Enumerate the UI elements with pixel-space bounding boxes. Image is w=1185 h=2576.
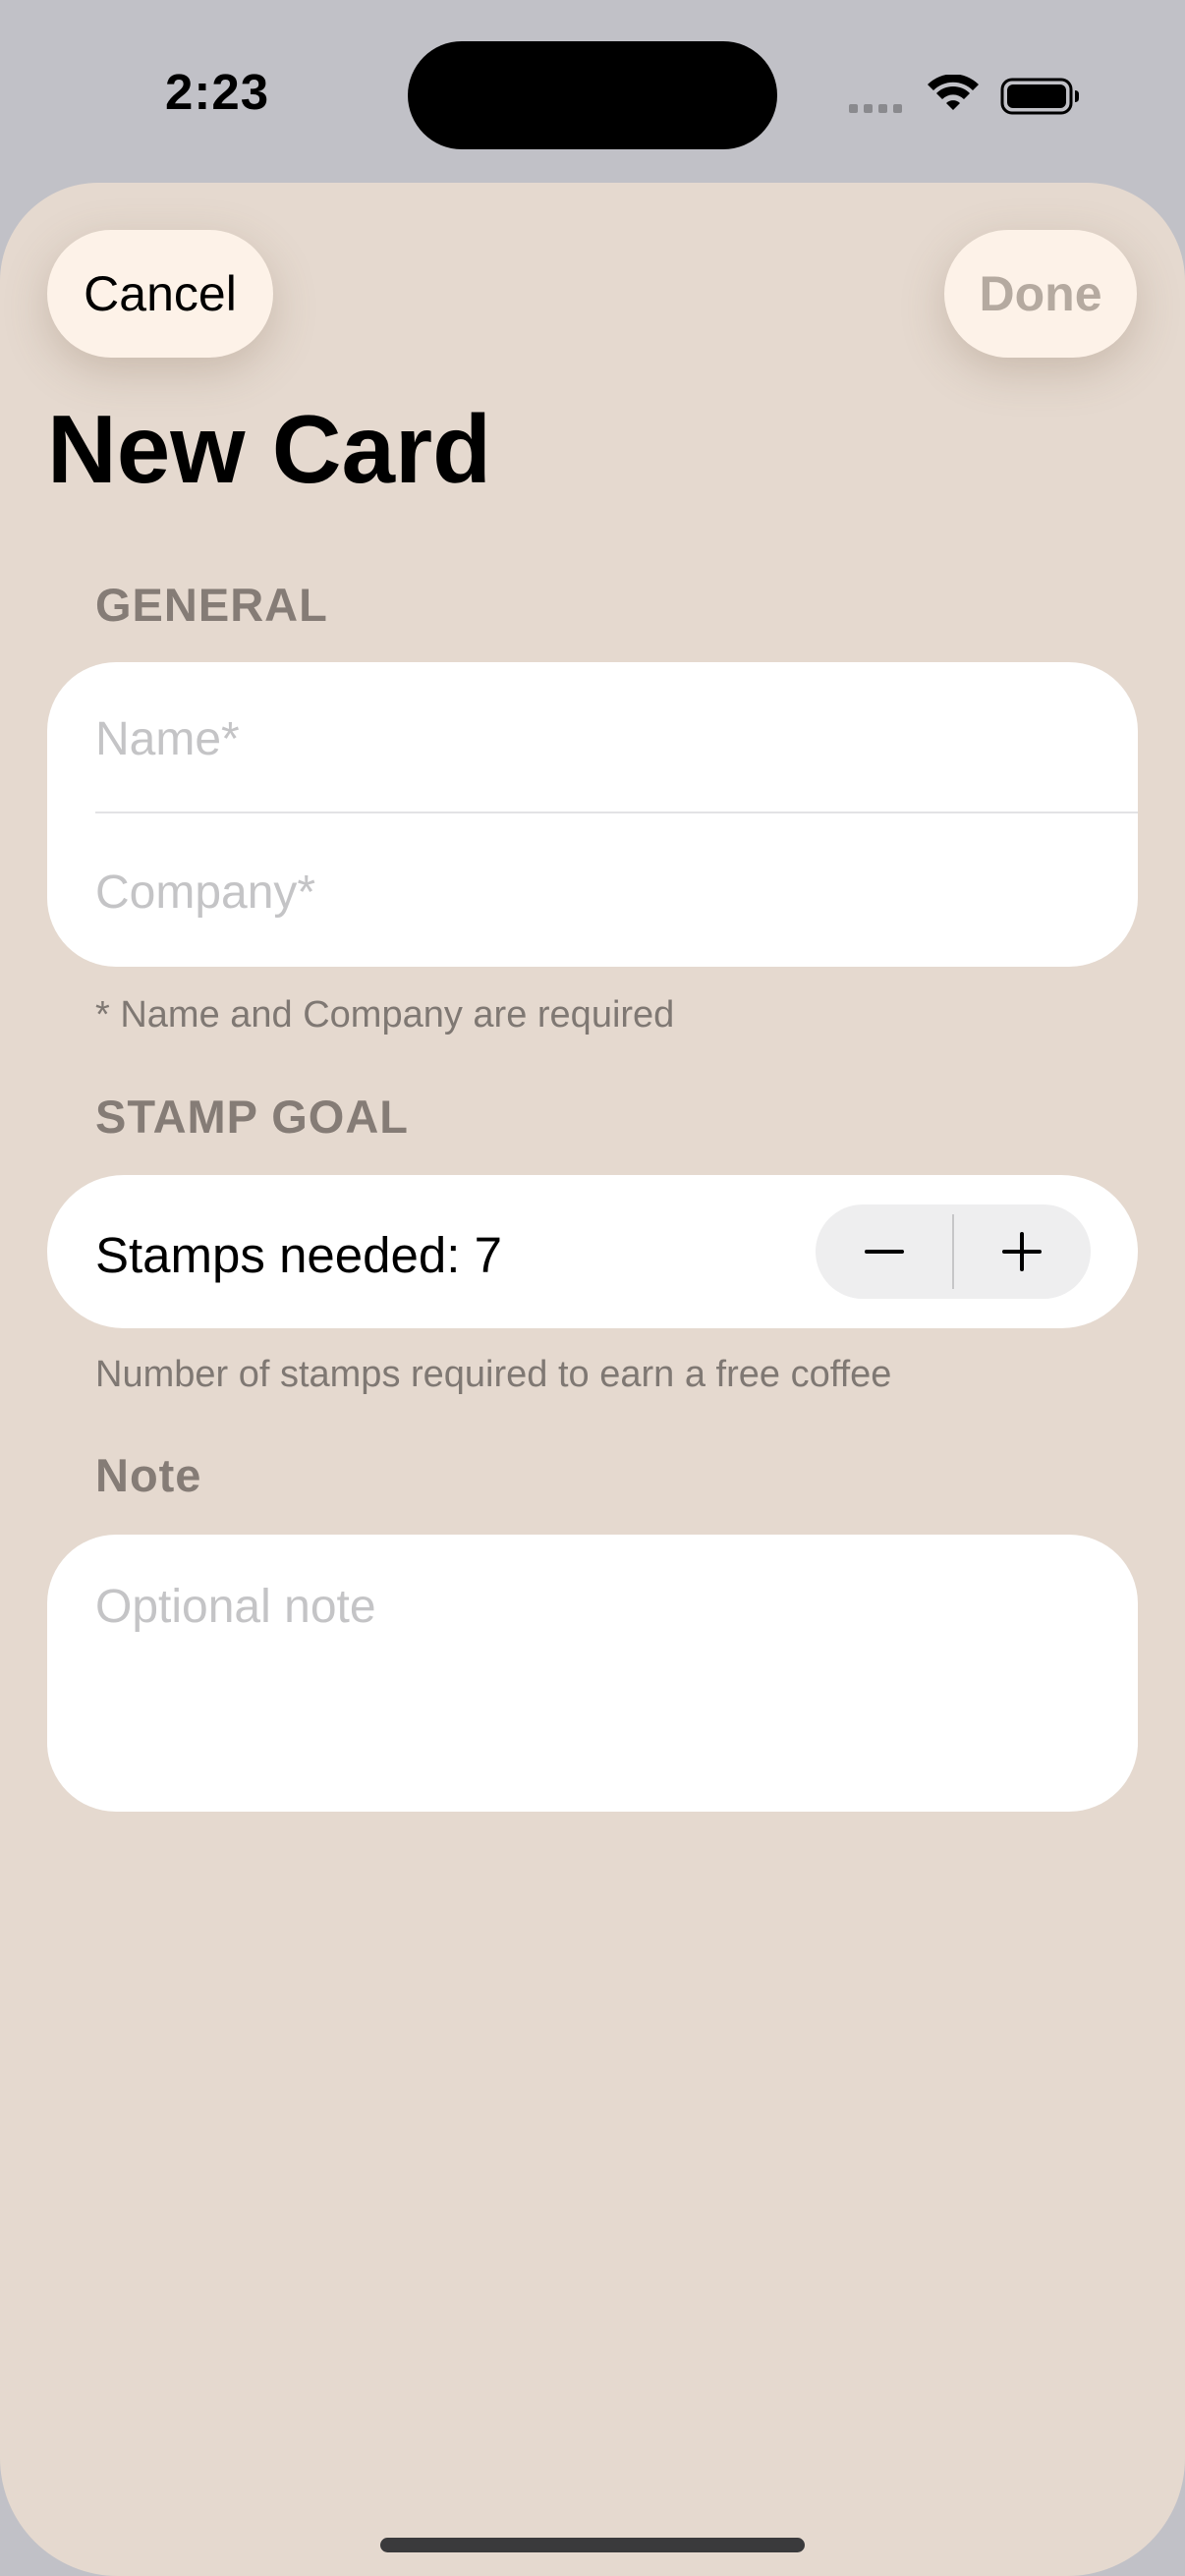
field-divider (95, 812, 1138, 813)
stamp-goal-card: Stamps needed: 7 (47, 1175, 1138, 1328)
page-title: New Card (47, 395, 492, 503)
general-section-header: GENERAL (95, 579, 328, 631)
stamps-stepper (816, 1204, 1091, 1299)
stamps-needed-label: Stamps needed: 7 (95, 1227, 502, 1283)
minus-icon (865, 1250, 904, 1254)
company-input[interactable] (95, 861, 1088, 924)
status-bar: 2:23 (0, 0, 1185, 183)
battery-icon (1000, 78, 1079, 115)
general-footer: * Name and Company are required (95, 994, 675, 1036)
stamp-goal-footer: Number of stamps required to earn a free… (95, 1354, 892, 1395)
note-input[interactable] (95, 1576, 1088, 1782)
note-card (47, 1535, 1138, 1812)
stamp-goal-section-header: STAMP GOAL (95, 1091, 409, 1143)
home-indicator[interactable] (380, 2538, 805, 2552)
note-section-header: Note (95, 1449, 202, 1501)
decrement-button[interactable] (816, 1204, 953, 1299)
status-time: 2:23 (165, 64, 270, 120)
wifi-icon (928, 75, 979, 110)
done-button[interactable]: Done (944, 230, 1137, 358)
new-card-sheet: Cancel Done New Card GENERAL * Name and … (0, 183, 1185, 2576)
name-input[interactable] (95, 707, 1088, 770)
increment-button[interactable] (953, 1204, 1091, 1299)
dynamic-island (408, 41, 777, 149)
general-card (47, 662, 1138, 967)
cellular-signal-icon (849, 104, 902, 113)
plus-icon (1002, 1232, 1042, 1271)
cancel-button[interactable]: Cancel (47, 230, 273, 358)
